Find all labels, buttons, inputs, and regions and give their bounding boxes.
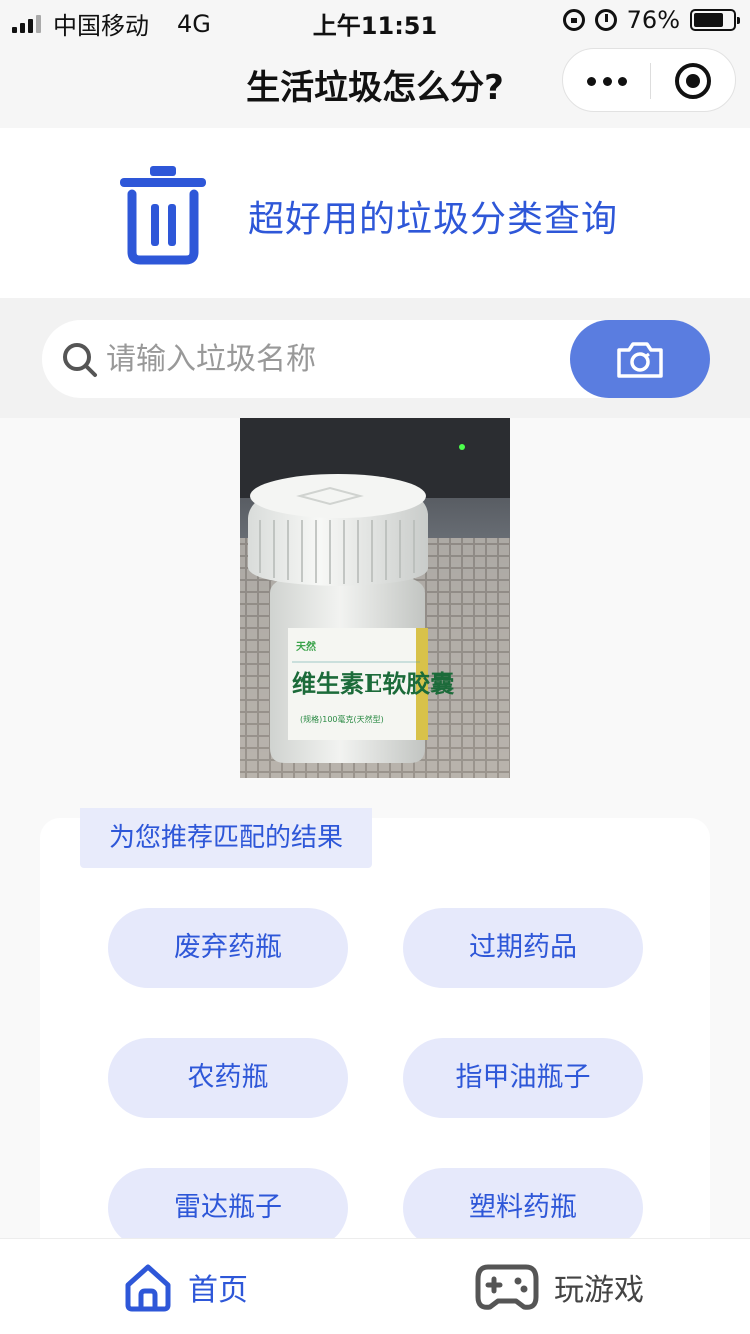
results-heading: 为您推荐匹配的结果 <box>80 808 372 868</box>
header-banner: 超好用的垃圾分类查询 <box>0 128 750 298</box>
search-bar <box>42 320 710 398</box>
uploaded-photo: 天然 维生素E软胶囊 (规格)100毫克(天然型) <box>240 418 510 778</box>
alarm-icon <box>594 9 617 31</box>
result-item[interactable]: 农药瓶 <box>108 1038 348 1118</box>
nav-bar: 生活垃圾怎么分? <box>0 40 750 128</box>
result-item[interactable]: 塑料药瓶 <box>403 1168 643 1248</box>
camera-icon <box>617 342 663 378</box>
battery-percent: 76% <box>626 6 680 34</box>
tab-game-label: 玩游戏 <box>554 1273 644 1308</box>
mini-program-capsule <box>562 48 736 112</box>
bottle-label-main: 维生素E软胶囊 <box>292 669 454 698</box>
status-right: 76% <box>562 6 740 34</box>
tab-home-label: 首页 <box>188 1273 248 1308</box>
result-item[interactable]: 废弃药瓶 <box>108 908 348 988</box>
home-icon <box>125 1264 171 1312</box>
battery-icon <box>690 9 740 31</box>
search-icon <box>63 343 97 377</box>
battery-fill <box>694 13 723 27</box>
orientation-lock-icon <box>562 9 585 31</box>
tab-game[interactable]: 玩游戏 <box>474 1239 644 1334</box>
tab-home[interactable]: 首页 <box>122 1239 248 1334</box>
search-input[interactable] <box>106 334 556 384</box>
trash-can-icon <box>120 166 206 265</box>
search-area <box>0 298 750 418</box>
status-bar: 中国移动 4G 上午11:51 76% <box>0 0 750 40</box>
medicine-bottle-photo: 天然 维生素E软胶囊 (规格)100毫克(天然型) <box>240 418 510 778</box>
close-mini-program-button[interactable] <box>675 63 711 99</box>
gamepad-icon <box>475 1264 539 1310</box>
more-dot-icon <box>618 76 627 86</box>
bottle-label-sub: (规格)100毫克(天然型) <box>300 714 384 724</box>
capsule-divider <box>650 63 651 99</box>
more-button[interactable] <box>587 49 627 113</box>
more-dot-icon <box>602 76 612 86</box>
tab-bar: 首页 玩游戏 <box>0 1238 750 1334</box>
result-item[interactable]: 过期药品 <box>403 908 643 988</box>
more-dot-icon <box>587 76 596 86</box>
result-item[interactable]: 指甲油瓶子 <box>403 1038 643 1118</box>
banner-title: 超好用的垃圾分类查询 <box>248 199 619 240</box>
camera-button[interactable] <box>570 320 710 398</box>
svg-text:天然: 天然 <box>296 640 316 653</box>
result-item[interactable]: 雷达瓶子 <box>108 1168 348 1248</box>
results-card: 为您推荐匹配的结果 废弃药瓶 过期药品 农药瓶 指甲油瓶子 雷达瓶子 塑料药瓶 <box>40 808 710 1288</box>
